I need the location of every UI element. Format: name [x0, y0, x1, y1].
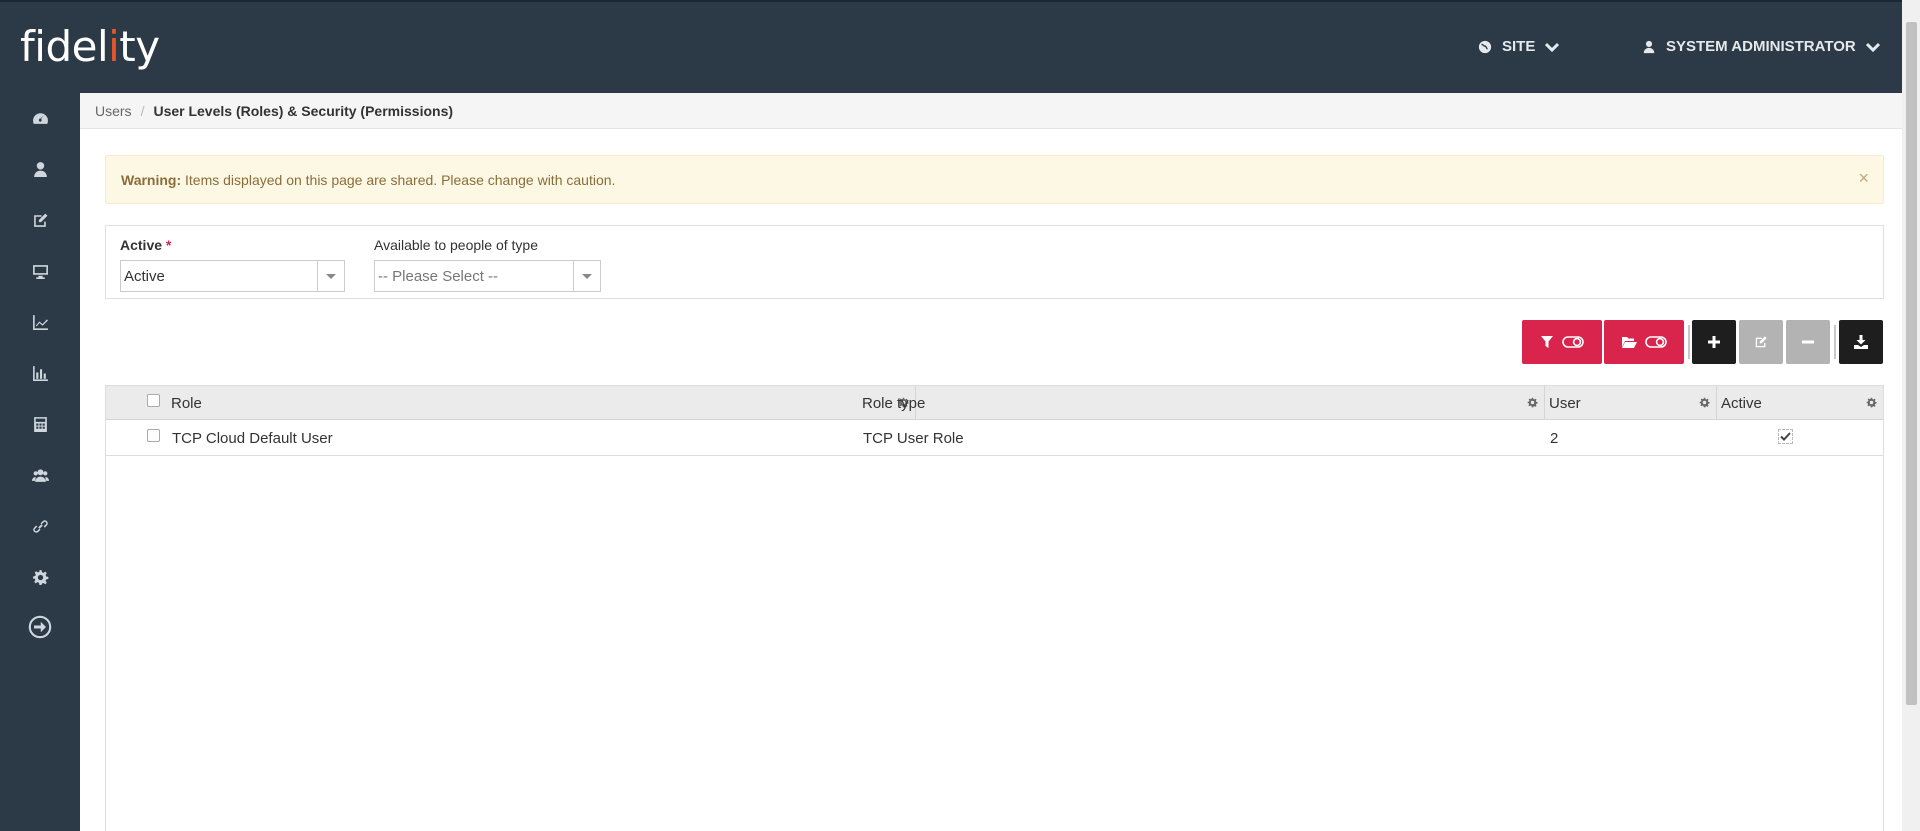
site-menu[interactable]: SITE — [1478, 38, 1560, 55]
dropdown-arrow-icon[interactable] — [317, 261, 344, 291]
folder-toggle-button[interactable] — [1604, 320, 1684, 364]
column-settings-icon[interactable] — [1866, 397, 1877, 408]
top-header: fidelity SITE SYSTEM ADMINISTRATOR — [0, 0, 1902, 93]
chevron-down-icon — [1545, 42, 1560, 52]
check-icon — [1780, 432, 1791, 441]
sidebar-item-dashboard[interactable] — [0, 98, 80, 138]
column-header-role-type[interactable]: Role type — [858, 386, 1545, 420]
type-filter-label: Available to people of type — [374, 237, 538, 253]
user-label: SYSTEM ADMINISTRATOR — [1666, 38, 1856, 55]
bar-chart-icon — [32, 365, 48, 381]
line-chart-icon — [32, 314, 48, 330]
toolbar-divider — [1688, 325, 1690, 359]
toolbar-divider — [1834, 325, 1836, 359]
active-select[interactable]: Active — [120, 260, 345, 292]
column-settings-icon[interactable] — [1699, 397, 1710, 408]
column-header-active[interactable]: Active — [1717, 386, 1883, 420]
folder-open-icon — [1622, 337, 1637, 348]
user-menu[interactable]: SYSTEM ADMINISTRATOR — [1642, 38, 1880, 55]
fidelity-logo[interactable]: fidelity — [20, 22, 160, 71]
sidebar-item-settings[interactable] — [0, 557, 80, 597]
dropdown-arrow-icon[interactable] — [573, 261, 600, 291]
remove-button[interactable] — [1786, 320, 1830, 364]
roles-grid: Role Role type User Active TCP Cloud Def… — [105, 385, 1884, 831]
monitor-icon — [32, 264, 48, 279]
toggle-icon — [1562, 336, 1584, 348]
breadcrumb-separator: / — [140, 103, 145, 119]
edit-icon — [33, 213, 47, 227]
user-icon — [33, 161, 47, 177]
filter-icon — [1541, 336, 1553, 348]
site-label: SITE — [1502, 38, 1536, 55]
add-button[interactable] — [1692, 320, 1736, 364]
globe-icon — [1478, 40, 1492, 53]
warning-alert: Warning: Items displayed on this page ar… — [105, 155, 1884, 204]
column-header-user[interactable]: User — [1545, 386, 1717, 420]
column-settings-icon[interactable] — [1527, 397, 1538, 408]
sidebar-item-users[interactable] — [0, 149, 80, 189]
sidebar-item-monitor[interactable] — [0, 251, 80, 291]
download-button[interactable] — [1839, 320, 1883, 364]
active-select-value: Active — [124, 268, 165, 285]
close-alert-button[interactable]: × — [1858, 168, 1869, 189]
calculator-icon — [33, 416, 47, 432]
sidebar-item-edit[interactable] — [0, 200, 80, 240]
type-select-placeholder: -- Please Select -- — [378, 268, 499, 285]
row-checkbox[interactable] — [147, 429, 160, 442]
cell-active — [1717, 420, 1883, 455]
required-marker: * — [165, 237, 172, 253]
chevron-down-icon — [1865, 42, 1880, 52]
breadcrumb: Users / User Levels (Roles) & Security (… — [80, 93, 1902, 129]
logout-icon — [28, 615, 52, 639]
sidebar-item-groups[interactable] — [0, 455, 80, 495]
dashboard-icon — [32, 112, 48, 124]
plus-icon — [1708, 336, 1720, 348]
type-select[interactable]: -- Please Select -- — [374, 260, 601, 292]
sidebar-item-calculator[interactable] — [0, 404, 80, 444]
alert-message: Items displayed on this page are shared.… — [181, 172, 616, 188]
sidebar-item-links[interactable] — [0, 506, 80, 546]
edit-button[interactable] — [1739, 320, 1783, 364]
users-icon — [31, 468, 49, 482]
page-scrollbar[interactable] — [1902, 0, 1920, 831]
sidebar-item-trends[interactable] — [0, 302, 80, 342]
active-checkbox — [1778, 429, 1793, 444]
row-select-cell — [106, 420, 167, 455]
column-header-role[interactable]: Role — [167, 386, 916, 420]
breadcrumb-users-link[interactable]: Users — [95, 103, 132, 119]
page-title: User Levels (Roles) & Security (Permissi… — [153, 103, 454, 119]
edit-icon — [1755, 336, 1767, 348]
sidebar-item-logout[interactable] — [0, 607, 80, 647]
sidebar — [0, 93, 80, 831]
scrollbar-thumb[interactable] — [1906, 22, 1917, 705]
link-icon — [32, 519, 48, 533]
download-icon — [1854, 335, 1868, 349]
active-filter-label: Active * — [120, 237, 172, 253]
cell-role-type: TCP User Role — [863, 430, 964, 447]
table-row[interactable]: TCP Cloud Default User TCP User Role 2 — [106, 420, 1883, 456]
cell-user-count: 2 — [1550, 430, 1559, 447]
minus-icon — [1802, 340, 1814, 344]
filter-toggle-button[interactable] — [1522, 320, 1602, 364]
alert-text: Warning: Items displayed on this page ar… — [121, 172, 615, 188]
user-icon — [1643, 40, 1655, 53]
toggle-icon — [1645, 336, 1667, 348]
sidebar-item-reports[interactable] — [0, 353, 80, 393]
filter-panel: Active * Active Available to people of t… — [105, 225, 1884, 299]
alert-title: Warning: — [121, 172, 182, 188]
cell-role: TCP Cloud Default User — [172, 430, 333, 447]
select-all-checkbox[interactable] — [147, 394, 160, 407]
grid-header: Role Role type User Active — [106, 386, 1883, 420]
select-all-cell — [106, 386, 167, 420]
gear-icon — [32, 569, 48, 585]
